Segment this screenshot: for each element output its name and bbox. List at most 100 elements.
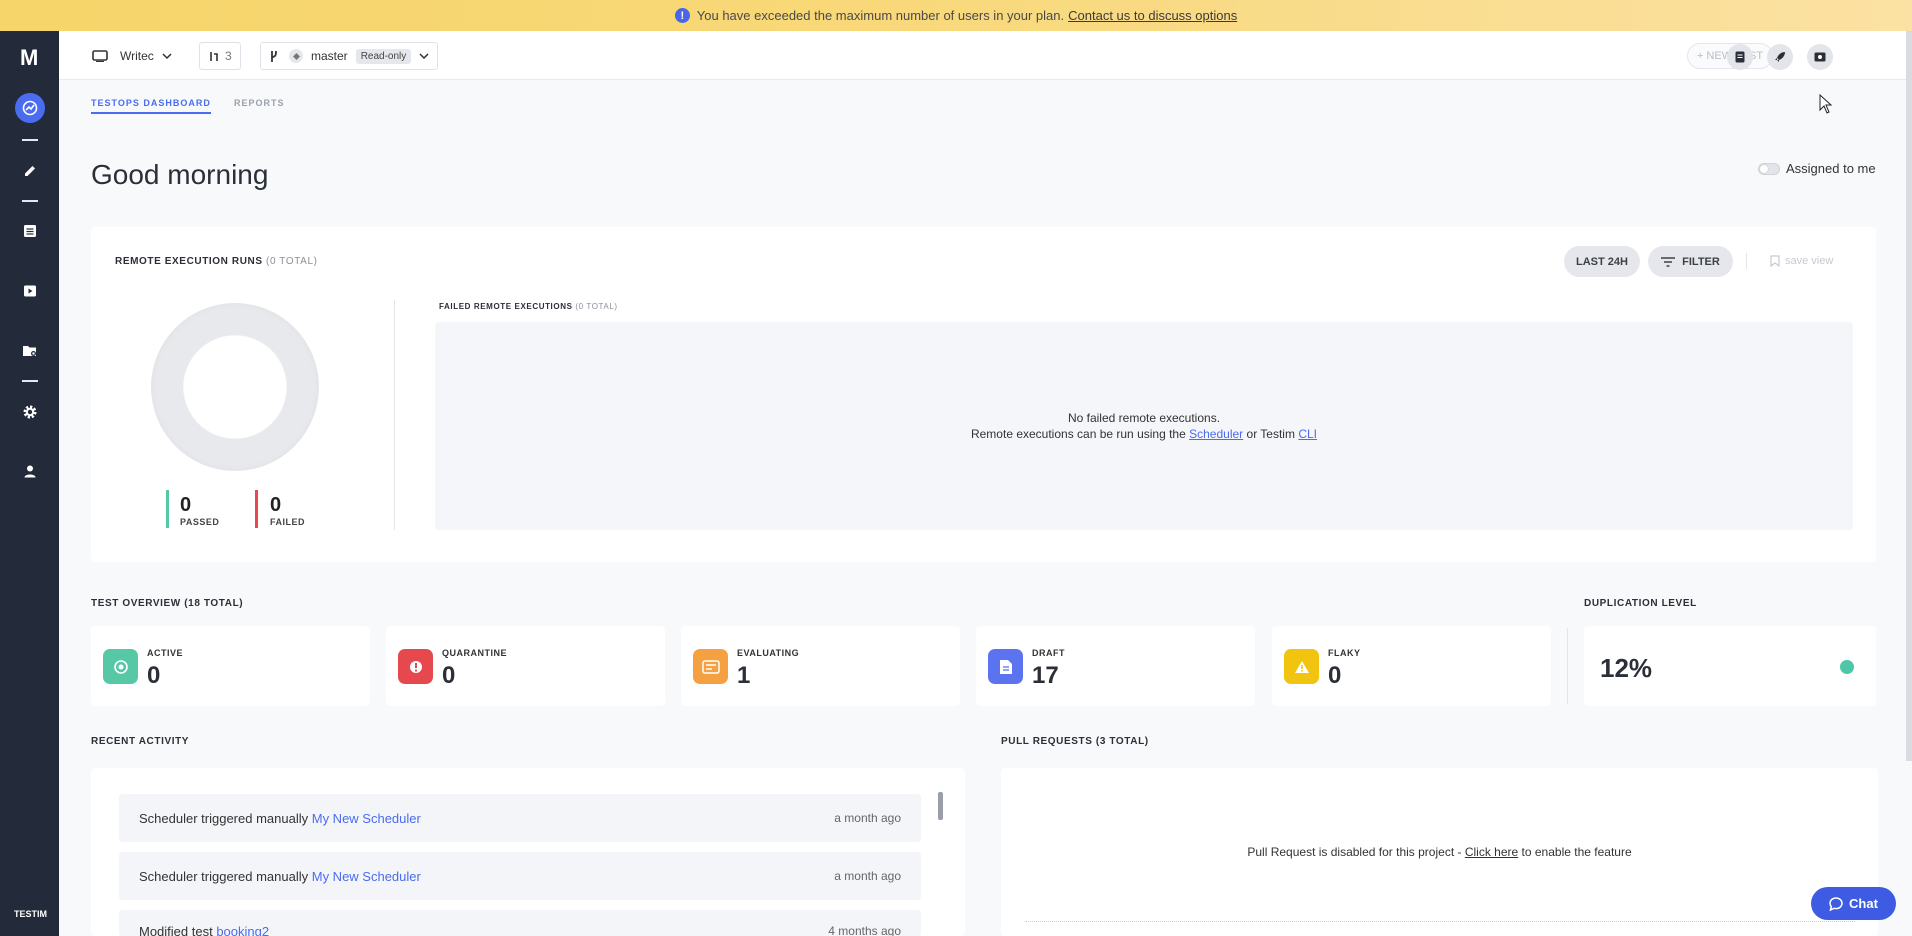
- mouse-cursor-icon: [1819, 94, 1833, 114]
- bookmark-icon: [1770, 255, 1780, 267]
- plan-limit-banner: ! You have exceeded the maximum number o…: [0, 0, 1912, 31]
- panel-divider: [394, 300, 395, 530]
- play-icon: [24, 285, 36, 297]
- cli-link[interactable]: CLI: [1298, 427, 1317, 441]
- edit-icon: [25, 166, 35, 176]
- failed-executions-empty-state: No failed remote executions. Remote exec…: [435, 322, 1853, 530]
- runs-donut-chart: [151, 303, 319, 471]
- flaky-tests-card[interactable]: FLAKY 0: [1272, 626, 1551, 706]
- pull-requests-title: PULL REQUESTS (3 TOTAL): [1001, 736, 1149, 747]
- draft-icon: [988, 649, 1023, 684]
- chat-icon: [1829, 896, 1843, 911]
- sidebar-divider: [22, 380, 38, 382]
- docs-button[interactable]: [1727, 44, 1753, 70]
- user-icon: [24, 465, 36, 478]
- quarantine-icon: [398, 649, 433, 684]
- folder-gear-icon: [23, 346, 36, 356]
- duplication-level-card[interactable]: 12%: [1584, 626, 1876, 706]
- flaky-icon: [1284, 649, 1319, 684]
- pull-request-icon: [210, 51, 218, 61]
- toolbar-divider: [1746, 253, 1747, 269]
- project-name: Writec: [120, 49, 154, 63]
- passed-count: 0: [180, 494, 192, 516]
- document-icon: [1735, 51, 1745, 63]
- enable-pull-requests-link[interactable]: Click here: [1465, 845, 1518, 859]
- sidebar-divider: [22, 139, 38, 141]
- empty-message: No failed remote executions.: [1067, 411, 1221, 425]
- quarantine-tests-card[interactable]: QUARANTINE 0: [386, 626, 665, 706]
- settings-icon: [23, 405, 37, 419]
- recent-activity-title: RECENT ACTIVITY: [91, 736, 190, 747]
- duplication-status-dot: [1840, 660, 1854, 674]
- sidebar-item-dashboard[interactable]: [15, 93, 45, 123]
- top-bar: Writec 3 master Read-only + NEW TEST AM: [59, 31, 1912, 80]
- app-logo[interactable]: M: [20, 45, 38, 71]
- banner-message: You have exceeded the maximum number of …: [696, 8, 1065, 23]
- branch-icon: [271, 50, 277, 62]
- activity-row: Scheduler triggered manually My New Sche…: [119, 852, 921, 900]
- pull-requests-button[interactable]: 3: [199, 42, 241, 70]
- filter-button[interactable]: FILTER: [1648, 246, 1733, 277]
- branch-selector[interactable]: master Read-only: [260, 42, 439, 70]
- pin-icon: [289, 49, 303, 63]
- assigned-to-me-label: Assigned to me: [1786, 161, 1876, 176]
- chat-button[interactable]: Chat: [1811, 887, 1896, 920]
- chrome-extension-icon: [1814, 52, 1826, 62]
- failed-indicator: [255, 490, 258, 528]
- extension-button[interactable]: [1807, 44, 1833, 70]
- tab-reports[interactable]: REPORTS: [234, 98, 285, 108]
- page-title: Good morning: [91, 159, 269, 190]
- sidebar-item-editor[interactable]: [15, 156, 45, 186]
- activity-row: Modified test booking2 4 months ago: [119, 910, 921, 936]
- contact-us-link[interactable]: Contact us to discuss options: [1068, 8, 1237, 23]
- info-icon: !: [674, 8, 690, 23]
- assigned-to-me-toggle[interactable]: [1758, 163, 1780, 175]
- chevron-down-icon: [162, 53, 172, 59]
- sidebar-item-tests[interactable]: [15, 216, 45, 246]
- evaluating-tests-card[interactable]: EVALUATING 1: [681, 626, 960, 706]
- active-tests-card[interactable]: ACTIVE 0: [91, 626, 370, 706]
- page-scrollbar[interactable]: [1906, 31, 1912, 761]
- remote-runs-title: REMOTE EXECUTION RUNS (0 TOTAL): [115, 256, 318, 267]
- scheduler-link[interactable]: Scheduler: [1189, 427, 1243, 441]
- activity-scrollbar[interactable]: [938, 792, 943, 820]
- active-icon: [103, 649, 138, 684]
- chevron-down-icon: [419, 53, 429, 59]
- overview-divider: [1567, 628, 1568, 704]
- test-link[interactable]: booking2: [216, 924, 269, 936]
- save-view-button[interactable]: save view: [1770, 255, 1833, 267]
- filter-icon: [1661, 256, 1676, 267]
- scheduler-link[interactable]: My New Scheduler: [312, 869, 421, 884]
- passed-indicator: [166, 490, 169, 528]
- rocket-icon: [1775, 52, 1785, 62]
- read-only-badge: Read-only: [355, 48, 412, 64]
- pull-requests-disabled-message: Pull Request is disabled for this projec…: [1247, 845, 1632, 859]
- sidebar-item-account[interactable]: [15, 456, 45, 486]
- sidebar-item-project-settings[interactable]: [15, 336, 45, 366]
- dotted-divider: [1025, 921, 1855, 922]
- duplication-level-title: DUPLICATION LEVEL: [1584, 598, 1697, 609]
- sidebar-item-settings[interactable]: [15, 397, 45, 427]
- scheduler-link[interactable]: My New Scheduler: [312, 811, 421, 826]
- whats-new-button[interactable]: [1767, 44, 1793, 70]
- sidebar: M TESTIM: [0, 31, 59, 936]
- passed-label: PASSED: [180, 517, 220, 527]
- empty-hint: Remote executions can be run using the S…: [970, 427, 1318, 441]
- branch-name: master: [311, 49, 348, 63]
- draft-tests-card[interactable]: DRAFT 17: [976, 626, 1255, 706]
- failed-label: FAILED: [270, 517, 306, 527]
- project-selector[interactable]: Writec: [92, 42, 172, 70]
- testim-brand: TESTIM: [14, 909, 47, 919]
- tab-testops-dashboard[interactable]: TESTOPS DASHBOARD: [91, 98, 211, 114]
- monitor-icon: [92, 50, 108, 62]
- test-overview-title: TEST OVERVIEW (18 TOTAL): [91, 598, 244, 609]
- failed-executions-title: FAILED REMOTE EXECUTIONS (0 TOTAL): [439, 302, 618, 311]
- duplication-value: 12%: [1600, 653, 1653, 683]
- activity-row: Scheduler triggered manually My New Sche…: [119, 794, 921, 842]
- evaluating-icon: [693, 649, 728, 684]
- sidebar-item-runs[interactable]: [15, 276, 45, 306]
- failed-count: 0: [270, 494, 282, 516]
- last-24h-button[interactable]: LAST 24H: [1564, 246, 1640, 277]
- sidebar-divider: [22, 200, 38, 202]
- list-icon: [24, 225, 36, 237]
